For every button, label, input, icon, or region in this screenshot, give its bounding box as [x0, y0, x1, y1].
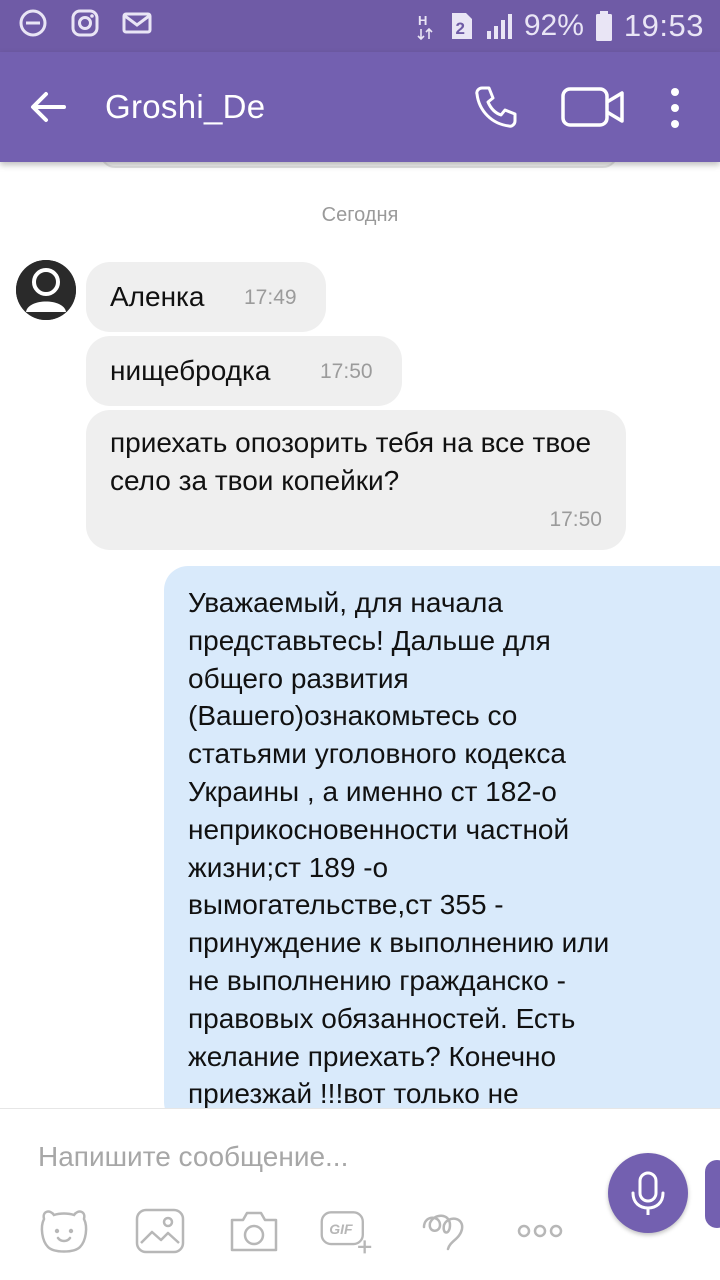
message-text: Аленка [110, 281, 205, 312]
more-extensions-button[interactable] [512, 1205, 568, 1257]
user-avatar-icon [16, 260, 76, 320]
message-text: нищебродка [110, 355, 271, 386]
video-icon [561, 87, 624, 127]
hd-icon: H [410, 11, 440, 41]
call-button[interactable] [470, 82, 520, 132]
message-time: 17:50 [320, 360, 373, 383]
message-time: 17:49 [244, 286, 297, 309]
voice-message-button[interactable] [608, 1153, 688, 1233]
mail-icon [122, 8, 152, 38]
outgoing-message-bubble[interactable]: Уважаемый, для начала представьтесь! Дал… [164, 566, 720, 1108]
sim-icon: 2 [450, 11, 474, 41]
dnd-icon [18, 8, 48, 38]
chat-header: Groshi_De [0, 52, 720, 162]
status-bar: H 2 92% 19:53 [0, 0, 720, 52]
doodle-button[interactable] [418, 1205, 474, 1257]
signal-icon [484, 11, 514, 41]
back-arrow-icon [31, 92, 66, 122]
more-vert-icon [671, 88, 679, 128]
sticker-icon [40, 1210, 88, 1253]
message-bubble[interactable]: приехать опозорить тебя на все твое село… [86, 410, 626, 550]
sticker-button[interactable] [36, 1205, 92, 1257]
instagram-icon [70, 8, 100, 38]
avatar[interactable] [16, 260, 76, 320]
message-text: приехать опозорить тебя на все твое село… [110, 427, 592, 496]
gif-button[interactable]: GIF [318, 1205, 374, 1257]
message-time: 17:50 [549, 508, 602, 531]
previous-message[interactable] [100, 162, 618, 168]
message-bubble[interactable]: нищебродка 17:50 [86, 336, 402, 406]
doodle-icon [422, 1214, 464, 1251]
message-text: Уважаемый, для начала представьтесь! Дал… [188, 587, 610, 1108]
video-call-button[interactable] [560, 84, 626, 130]
more-horiz-icon [517, 1224, 563, 1238]
message-input[interactable] [38, 1137, 578, 1177]
image-icon [135, 1208, 185, 1254]
message-bubble[interactable]: Аленка 17:49 [86, 262, 326, 332]
date-separator: Сегодня [321, 204, 399, 226]
camera-icon [230, 1211, 278, 1252]
mic-icon [631, 1171, 665, 1215]
message-list[interactable]: Сегодня Аленка 17:49 нищебродка 17:50 пр… [0, 162, 720, 1108]
gif-icon: GIF [320, 1211, 372, 1254]
gallery-button[interactable] [132, 1205, 188, 1257]
battery-icon [594, 11, 614, 41]
sim-label: 2 [455, 19, 464, 38]
chat-title[interactable]: Groshi_De [105, 88, 265, 126]
clock: 19:53 [623, 8, 704, 43]
gif-label: GIF [329, 1221, 353, 1237]
side-panel-tab[interactable] [705, 1160, 720, 1228]
camera-button[interactable] [226, 1205, 282, 1257]
svg-text:H: H [418, 13, 427, 28]
more-options-button[interactable] [660, 82, 690, 134]
back-button[interactable] [26, 84, 72, 130]
battery-percent: 92% [523, 9, 584, 42]
phone-icon [475, 86, 517, 128]
